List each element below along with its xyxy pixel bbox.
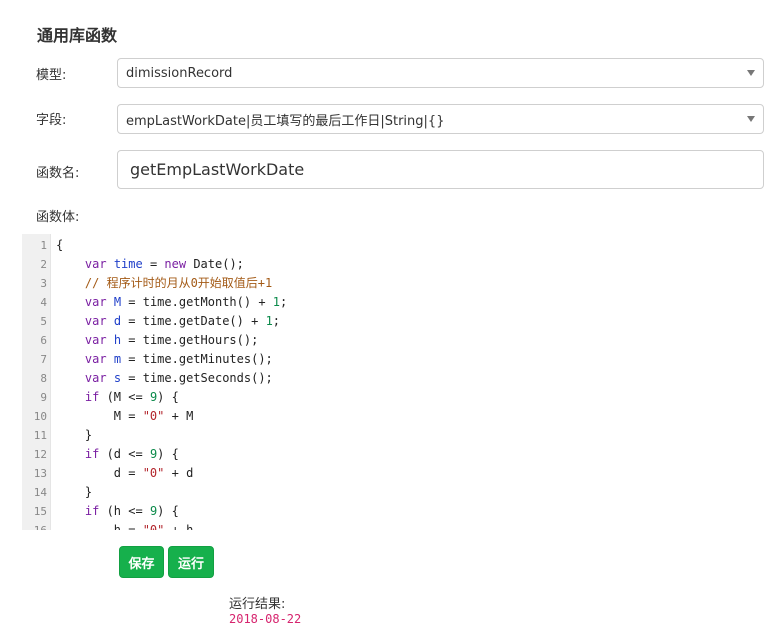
run-result-label: 运行结果: [229, 597, 286, 612]
model-select[interactable]: dimissionRecord [117, 58, 764, 88]
run-button[interactable]: 运行 [168, 546, 214, 578]
code-text: } [56, 428, 93, 442]
line-number: 6 [40, 334, 47, 347]
line-number: 12 [33, 448, 47, 461]
line-number: 13 [33, 467, 47, 480]
line-number: 10 [33, 410, 47, 423]
code-text: var time = new Date(); [84, 257, 244, 271]
model-label: 模型: [36, 68, 67, 83]
chevron-down-icon [747, 70, 755, 76]
field-select[interactable]: empLastWorkDate|员工填写的最后工作日|String|{} [117, 104, 764, 134]
line-number: 8 [40, 372, 47, 385]
line-number: 5 [40, 315, 47, 328]
code-text: if (d <= 9) { [84, 447, 179, 461]
line-number: 2 [40, 258, 47, 271]
code-text: if (h <= 9) { [84, 504, 179, 518]
line-number: 15 [33, 505, 47, 518]
run-result-value: 2018-08-22 [229, 612, 302, 626]
field-select-value: empLastWorkDate|员工填写的最后工作日|String|{} [126, 113, 445, 129]
func-name-input[interactable]: getEmpLastWorkDate [117, 150, 764, 189]
code-text: if (M <= 9) { [84, 390, 179, 404]
code-text: var m = time.getMinutes(); [84, 352, 273, 366]
code-text: h = "0" + h [56, 523, 194, 530]
line-number: 4 [40, 296, 47, 309]
code-text: { [56, 238, 64, 252]
func-body-label: 函数体: [36, 210, 80, 225]
code-text: d = "0" + d [56, 466, 194, 480]
page-title: 通用库函数 [37, 26, 118, 45]
save-button[interactable]: 保存 [119, 546, 164, 578]
model-select-value: dimissionRecord [126, 65, 233, 81]
field-label: 字段: [36, 113, 67, 128]
line-number: 16 [22, 521, 47, 530]
line-number: 11 [33, 429, 47, 442]
code-editor[interactable]: 1 {2 var time = new Date(); 3 // 程序计时的月从0开… [22, 234, 764, 530]
line-number: 7 [40, 353, 47, 366]
code-text: var h = time.getHours(); [84, 333, 259, 347]
code-text: } [56, 485, 93, 499]
code-text: var s = time.getSeconds(); [84, 371, 273, 385]
code-text: var d = time.getDate() + 1; [84, 314, 281, 328]
code-text: M = "0" + M [56, 409, 194, 423]
line-number: 14 [33, 486, 47, 499]
line-number: 1 [40, 239, 47, 252]
code-text: var M = time.getMonth() + 1; [84, 295, 288, 309]
func-name-label: 函数名: [36, 166, 80, 181]
line-number: 3 [40, 277, 47, 290]
code-text: // 程序计时的月从0开始取值后+1 [84, 276, 273, 290]
line-number: 9 [40, 391, 47, 404]
chevron-down-icon [747, 116, 755, 122]
